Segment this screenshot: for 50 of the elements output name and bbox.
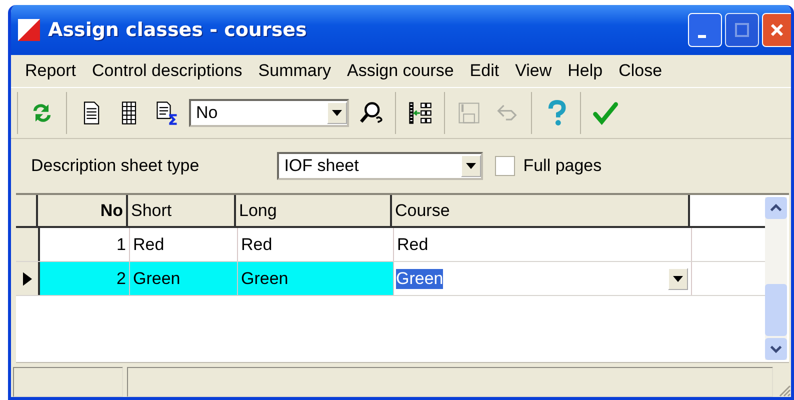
document-sum-icon[interactable] — [154, 100, 180, 126]
menu-item[interactable]: Control descriptions — [84, 61, 250, 81]
column-header[interactable]: No — [38, 195, 128, 226]
menu-item[interactable]: Edit — [462, 61, 508, 81]
table-cell: 2 — [40, 262, 130, 295]
column-header[interactable]: Long — [236, 195, 392, 226]
sheet-type-label: Description sheet type — [31, 156, 200, 176]
table-cell: Green — [130, 262, 238, 295]
filter-dropdown[interactable]: No — [189, 99, 349, 127]
maximize-button[interactable] — [725, 13, 759, 47]
column-layout-icon[interactable] — [407, 100, 433, 126]
dropdown-arrow-icon — [466, 163, 476, 169]
full-pages-label: Full pages — [523, 156, 602, 176]
row-indicator[interactable] — [16, 228, 40, 261]
full-pages-checkbox[interactable] — [495, 156, 516, 176]
scroll-thumb[interactable] — [765, 284, 787, 336]
menu-item[interactable]: Help — [560, 61, 611, 81]
column-header[interactable]: Course — [392, 195, 690, 226]
checkmark-icon[interactable] — [592, 100, 618, 126]
vertical-scrollbar[interactable] — [765, 197, 787, 360]
table-cell: Green — [238, 262, 394, 295]
sheet-type-dropdown[interactable]: IOF sheet — [277, 152, 484, 180]
scroll-up-button[interactable] — [765, 197, 787, 219]
maximize-icon — [732, 20, 752, 40]
close-button[interactable] — [762, 13, 791, 47]
window-title: Assign classes - courses — [48, 19, 308, 41]
dropdown-arrow-icon — [673, 276, 683, 282]
scroll-down-button[interactable] — [765, 338, 787, 360]
course-dropdown[interactable]: Green — [394, 262, 692, 295]
row-indicator[interactable] — [16, 262, 40, 295]
minimize-button[interactable] — [688, 13, 722, 47]
current-row-icon — [22, 272, 32, 286]
menu-item[interactable]: Assign course — [339, 61, 462, 81]
table-cell: 1 — [40, 228, 130, 261]
app-logo-icon — [18, 19, 40, 41]
menu-item[interactable]: Report — [17, 61, 84, 81]
table-cell: Red — [394, 228, 692, 261]
dropdown-arrow-icon — [332, 110, 342, 116]
table-cell: Red — [238, 228, 394, 261]
minimize-icon — [698, 34, 706, 38]
resize-grip-icon — [777, 383, 791, 397]
chevron-down-icon — [770, 345, 782, 353]
menu-item[interactable]: Close — [610, 61, 670, 81]
table-cell: Red — [130, 228, 238, 261]
column-header[interactable]: Short — [128, 195, 236, 226]
menu-item[interactable]: View — [507, 61, 560, 81]
table-row[interactable]: 2 Green Green Green — [16, 262, 765, 296]
menu-item[interactable]: Summary — [250, 61, 340, 81]
search-help-icon[interactable] — [358, 100, 384, 126]
chevron-up-icon — [770, 204, 782, 212]
